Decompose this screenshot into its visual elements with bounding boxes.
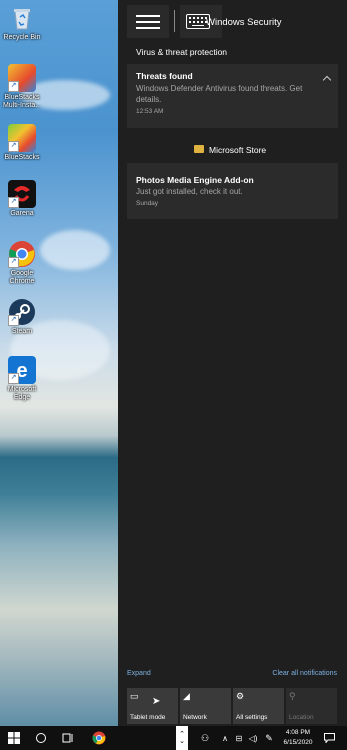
quick-action-all-settings[interactable]: ⚙ All settings [233,688,284,724]
clock-date: 6/15/2020 [283,739,313,746]
recycle-bin-icon [8,4,36,32]
edge-icon: e ↗ [8,356,36,384]
desktop-icon-bluestacks-multi[interactable]: ↗ BlueStacks Multi-Insta... [2,64,42,110]
notification-group-title: Microsoft Store [209,145,267,155]
notification-icon [323,733,335,743]
notification-card-threats[interactable]: Threats found Windows Defender Antivirus… [127,64,338,128]
task-view-icon [62,733,73,743]
divider [174,10,175,32]
notification-body: Just got installed, check it out. [136,187,243,196]
quick-action-tablet-mode[interactable]: ▭ Tablet mode ➤ [127,688,178,724]
garena-icon: ↗ [8,180,36,208]
desktop-icon-label: BlueStacks [4,154,40,161]
menu-icon [136,15,160,17]
desktop-icon-recycle-bin[interactable]: Recycle Bin [2,4,42,42]
desktop-icon-label: Microsoft Edge [7,386,37,401]
desktop-wallpaper: Recycle Bin ↗ BlueStacks Multi-Insta... … [0,0,118,726]
notification-group-title: Windows Security [206,17,282,28]
bluestacks-multi-icon: ↗ [8,64,36,92]
search-button[interactable] [30,726,52,750]
quick-action-label: Network [183,714,207,721]
shortcut-arrow-icon: ↗ [8,315,19,326]
shortcut-arrow-icon: ↗ [8,197,19,208]
clock-time: 4:08 PM [285,729,311,736]
bluestacks-icon: ↗ [8,124,36,152]
collapse-chevron-icon[interactable] [322,75,332,85]
steam-icon: ↗ [8,298,36,326]
windows-logo-icon [8,732,20,744]
desktop-icon-garena[interactable]: ↗ Garena [2,180,42,218]
taskbar-scroll-control[interactable]: ⌃ ⌄ [176,726,188,750]
cortana-circle-icon [36,733,46,743]
tablet-mode-icon: ▭ [130,691,139,701]
notification-title: Photos Media Engine Add-on [136,175,254,185]
wallpaper-cloud [40,230,110,270]
quick-action-label: All settings [236,714,268,721]
taskbar: ⌃ ⌄ ⚇ ∧ ⊟ ◁) ✎ 4:08 PM 6/15/2020 [0,726,347,750]
shortcut-arrow-icon: ↗ [8,81,19,92]
notification-time: 12:53 AM [136,108,164,115]
pen-tray-button[interactable]: ✎ [262,726,276,750]
chevron-down-icon: ⌄ [179,738,185,745]
shortcut-arrow-icon: ↗ [8,257,19,268]
desktop-icon-steam[interactable]: ↗ Steam [2,298,42,336]
quick-action-network[interactable]: ◢ Network [180,688,231,724]
network-icon: ◢ [183,691,190,701]
people-button[interactable]: ⚇ [196,726,214,750]
desktop-icon-bluestacks[interactable]: ↗ BlueStacks [2,124,42,162]
pen-icon: ✎ [265,732,273,743]
network-tray-button[interactable]: ⊟ [232,726,246,750]
chrome-icon: ↗ [8,240,36,268]
task-view-button[interactable] [56,726,80,750]
mouse-pointer-icon: ➤ [152,696,161,707]
settings-gear-icon: ⚙ [236,691,245,701]
volume-tray-button[interactable]: ◁) [246,726,260,750]
desktop-icon-label: BlueStacks Multi-Insta... [2,94,42,109]
notification-title: Threats found [136,71,193,81]
desktop-icon-microsoft-edge[interactable]: e ↗ Microsoft Edge [2,356,42,402]
quick-action-label: Tablet mode [130,714,166,721]
notification-card-store[interactable]: Photos Media Engine Add-on Just got inst… [127,163,338,219]
taskbar-clock[interactable]: 4:08 PM 6/15/2020 [280,728,316,748]
menu-button[interactable] [127,5,169,38]
quick-action-label: Location [289,714,314,721]
chevron-up-icon: ⌃ [179,731,185,738]
menu-icon-line [136,21,160,23]
notification-time: Sunday [136,200,159,207]
notification-body: Windows Defender Antivirus found threats… [136,84,303,104]
desktop-icon-label: Google Chrome [9,270,35,285]
action-center-panel: Windows Security Virus & threat protecti… [118,0,347,726]
show-hidden-icons-button[interactable]: ∧ [218,726,232,750]
desktop-icon-label: Garena [10,210,34,217]
shortcut-arrow-icon: ↗ [8,141,19,152]
chevron-up-icon: ∧ [222,733,228,743]
quick-action-location[interactable]: ⚲ Location [286,688,337,724]
expand-link[interactable]: Expand [127,670,151,677]
people-icon: ⚇ [200,732,210,743]
start-button[interactable] [0,726,28,750]
speaker-icon: ◁) [248,733,258,743]
notification-subheader: Virus & threat protection [136,47,228,57]
location-icon: ⚲ [289,691,296,701]
menu-icon-line [136,27,160,29]
desktop-icon-label: Recycle Bin [3,34,41,41]
taskbar-chrome-button[interactable] [86,726,112,750]
clear-all-notifications-link[interactable]: Clear all notifications [272,670,337,677]
action-center-button[interactable] [318,726,340,750]
desktop-icon-google-chrome[interactable]: ↗ Google Chrome [2,240,42,286]
network-icon: ⊟ [235,733,243,743]
chrome-icon [92,731,106,745]
shortcut-arrow-icon: ↗ [8,373,19,384]
action-center-header: Windows Security [118,0,347,42]
desktop-icon-label: Steam [11,328,33,335]
store-bag-icon [194,145,204,153]
